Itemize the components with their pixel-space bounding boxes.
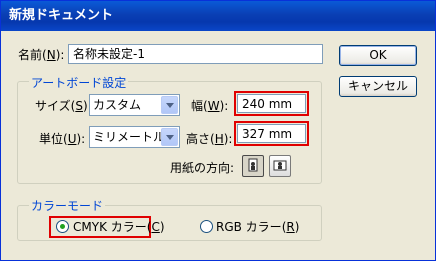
landscape-orientation-button[interactable] (269, 155, 291, 177)
units-label: 単位(U): (39, 132, 86, 146)
portrait-icon (248, 158, 258, 172)
chevron-down-icon[interactable] (161, 128, 178, 146)
artboard-settings-legend: アートボード設定 (29, 74, 129, 91)
cmyk-label[interactable]: CMYK カラー(C) (73, 218, 165, 235)
size-label: サイズ(S): (35, 99, 92, 113)
name-input[interactable]: 名称未設定-1 (68, 44, 323, 64)
dialog-title: 新規ドキュメント (1, 1, 435, 31)
ok-button[interactable]: OK (339, 45, 417, 66)
height-label: 高さ(H): (186, 132, 233, 146)
units-dropdown-value: ミリメートル (93, 130, 166, 144)
chevron-down-icon[interactable] (161, 96, 178, 114)
rgb-label[interactable]: RGB カラー(R) (216, 218, 299, 235)
size-dropdown[interactable]: カスタム (89, 94, 180, 116)
name-label: 名前(N): (18, 48, 65, 62)
size-dropdown-value: カスタム (93, 98, 142, 112)
width-label: 幅(W): (191, 99, 229, 113)
rgb-radio[interactable] (200, 220, 213, 233)
width-input[interactable]: 240 mm (237, 94, 306, 113)
orientation-label: 用紙の方向: (170, 161, 235, 175)
units-dropdown[interactable]: ミリメートル (89, 126, 180, 148)
height-input[interactable]: 327 mm (237, 124, 306, 143)
cmyk-radio[interactable] (56, 220, 69, 233)
portrait-orientation-button[interactable] (242, 155, 264, 177)
cancel-button[interactable]: キャンセル (339, 76, 417, 97)
new-document-dialog: 新規ドキュメント 名前(N): 名称未設定-1 OK キャンセル アートボード設… (0, 0, 436, 261)
color-mode-legend: カラーモード (29, 197, 106, 214)
landscape-icon (273, 160, 287, 171)
